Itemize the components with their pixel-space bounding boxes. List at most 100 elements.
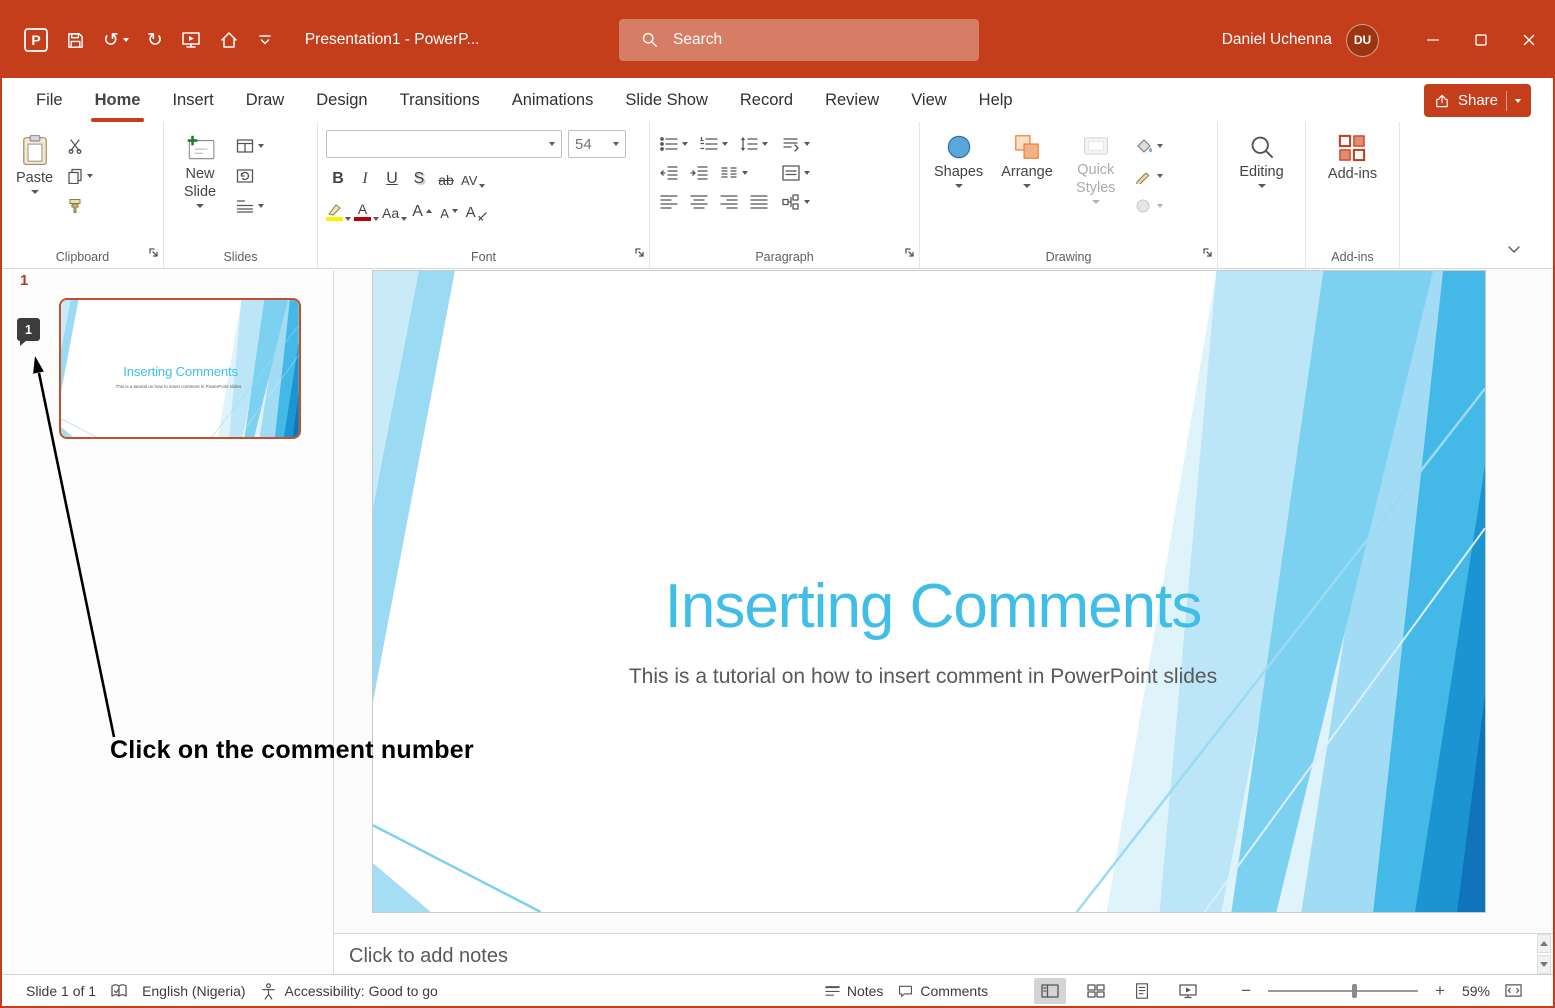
shape-fill-button[interactable]	[1133, 136, 1165, 156]
shapes-button[interactable]: Shapes	[928, 130, 989, 244]
search-box[interactable]: Search	[619, 19, 979, 61]
notes-panel[interactable]: Click to add notes	[334, 933, 1553, 978]
avatar[interactable]: DU	[1346, 24, 1379, 57]
cut-button[interactable]	[65, 136, 95, 156]
strikethrough-button[interactable]: ab	[434, 165, 458, 191]
start-slideshow-button[interactable]	[181, 30, 201, 50]
zoom-percentage[interactable]: 59%	[1462, 983, 1490, 999]
addins-icon	[1338, 134, 1366, 162]
zoom-slider[interactable]	[1268, 990, 1418, 992]
new-slide-button[interactable]: New Slide	[172, 130, 228, 244]
zoom-slider-handle[interactable]	[1352, 984, 1357, 998]
highlight-color-button[interactable]	[326, 198, 351, 224]
tab-home[interactable]: Home	[79, 78, 157, 122]
clipboard-dialog-launcher[interactable]	[148, 245, 159, 263]
slide-sorter-view-button[interactable]	[1080, 978, 1112, 1004]
tab-animations[interactable]: Animations	[496, 78, 610, 122]
line-spacing-button[interactable]	[738, 134, 770, 154]
slide-subtitle-textbox[interactable]: This is a tutorial on how to insert comm…	[493, 665, 1353, 689]
tab-draw[interactable]: Draw	[230, 78, 301, 122]
undo-button[interactable]: ↺	[103, 31, 129, 50]
spellcheck-button[interactable]	[110, 982, 128, 1000]
change-case-button[interactable]: Aa	[382, 198, 407, 224]
customize-toolbar-button[interactable]	[257, 32, 273, 48]
justify-button[interactable]	[748, 192, 770, 212]
scroll-up-button[interactable]	[1537, 934, 1551, 953]
maximize-button[interactable]	[1457, 2, 1505, 78]
tab-design[interactable]: Design	[300, 78, 383, 122]
slide-canvas[interactable]: Inserting Comments This is a tutorial on…	[372, 270, 1486, 913]
tab-slide-show[interactable]: Slide Show	[609, 78, 724, 122]
text-direction-button[interactable]	[780, 134, 812, 154]
bold-button[interactable]: B	[326, 165, 350, 191]
editing-button[interactable]: Editing	[1233, 130, 1289, 244]
addins-button[interactable]: Add-ins	[1322, 130, 1383, 244]
increase-font-size-button[interactable]: A	[410, 198, 434, 224]
drawing-dialog-launcher[interactable]	[1202, 245, 1213, 263]
shape-outline-button[interactable]	[1133, 166, 1165, 186]
text-shadow-button[interactable]: S	[407, 165, 431, 191]
fit-to-window-button[interactable]	[1504, 982, 1523, 999]
normal-view-button[interactable]	[1034, 978, 1066, 1004]
slide-indicator[interactable]: Slide 1 of 1	[26, 983, 96, 999]
slide-title-textbox[interactable]: Inserting Comments	[503, 571, 1363, 642]
home-quick-button[interactable]	[219, 30, 239, 50]
accessibility-status[interactable]: Accessibility: Good to go	[285, 983, 438, 999]
quick-styles-button[interactable]: Quick Styles	[1065, 130, 1127, 244]
save-button[interactable]	[66, 31, 85, 50]
clear-formatting-button[interactable]: A	[464, 198, 488, 224]
section-button[interactable]	[234, 196, 266, 216]
reset-slide-button[interactable]	[234, 166, 266, 186]
user-name[interactable]: Daniel Uchenna	[1222, 31, 1332, 49]
language-indicator[interactable]: English (Nigeria)	[142, 983, 245, 999]
slideshow-view-button[interactable]	[1172, 978, 1204, 1004]
columns-button[interactable]	[718, 163, 750, 183]
minimize-button[interactable]	[1409, 2, 1457, 78]
tab-view[interactable]: View	[895, 78, 962, 122]
format-painter-button[interactable]	[65, 196, 95, 216]
tab-insert[interactable]: Insert	[156, 78, 229, 122]
underline-button[interactable]: U	[380, 165, 404, 191]
font-size-combo[interactable]: 54	[568, 130, 626, 158]
tab-file[interactable]: File	[20, 78, 79, 122]
paste-button[interactable]: Paste	[10, 130, 59, 244]
arrange-button[interactable]: Arrange	[995, 130, 1059, 244]
reading-view-button[interactable]	[1126, 978, 1158, 1004]
increase-indent-button[interactable]	[688, 163, 710, 183]
tab-record[interactable]: Record	[724, 78, 809, 122]
collapse-ribbon-button[interactable]	[1507, 242, 1521, 260]
tab-help[interactable]: Help	[963, 78, 1029, 122]
paragraph-dialog-launcher[interactable]	[904, 245, 915, 263]
accessibility-button[interactable]	[260, 982, 277, 1000]
tab-transitions[interactable]: Transitions	[384, 78, 496, 122]
close-button[interactable]	[1505, 2, 1553, 78]
convert-to-smartart-button[interactable]	[780, 192, 812, 212]
notes-toggle-button[interactable]: Notes	[824, 983, 884, 999]
tab-review[interactable]: Review	[809, 78, 895, 122]
numbering-button[interactable]	[698, 134, 730, 154]
layout-button[interactable]	[234, 136, 266, 156]
character-spacing-button[interactable]: AV	[461, 165, 485, 191]
redo-button[interactable]: ↻	[147, 31, 163, 50]
slide-thumbnail[interactable]: Inserting Comments This is a tutorial on…	[59, 298, 301, 439]
copy-button[interactable]	[65, 166, 95, 186]
align-left-button[interactable]	[658, 192, 680, 212]
share-button[interactable]: Share	[1424, 84, 1531, 117]
shape-effects-button[interactable]	[1133, 196, 1165, 216]
align-text-button[interactable]	[780, 163, 812, 183]
align-right-button[interactable]	[718, 192, 740, 212]
comment-badge[interactable]: 1	[17, 318, 40, 341]
powerpoint-logo-icon[interactable]: P	[24, 28, 48, 52]
zoom-out-button[interactable]: −	[1238, 981, 1254, 1001]
font-color-button[interactable]: A	[354, 198, 379, 224]
align-center-button[interactable]	[688, 192, 710, 212]
zoom-in-button[interactable]: +	[1432, 981, 1448, 1001]
font-name-combo[interactable]	[326, 130, 562, 158]
font-dialog-launcher[interactable]	[634, 245, 645, 263]
decrease-font-size-button[interactable]: A	[437, 198, 461, 224]
decrease-indent-button[interactable]	[658, 163, 680, 183]
italic-button[interactable]: I	[353, 165, 377, 191]
scroll-down-button[interactable]	[1537, 955, 1551, 974]
comments-toggle-button[interactable]: Comments	[897, 983, 988, 999]
bullets-button[interactable]	[658, 134, 690, 154]
